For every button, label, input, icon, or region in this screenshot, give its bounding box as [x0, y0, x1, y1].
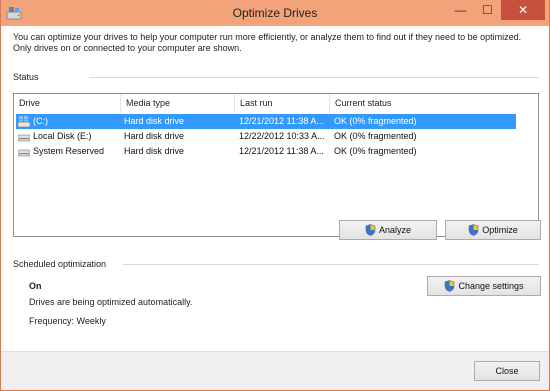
scheduled-divider — [123, 264, 539, 265]
analyze-button[interactable]: Analyze — [339, 220, 437, 240]
window-controls: — ☐ ✕ — [447, 0, 545, 20]
maximize-button[interactable]: ☐ — [474, 0, 501, 20]
schedule-frequency: Frequency: Weekly — [29, 316, 106, 326]
dialog-footer: Close — [1, 351, 549, 390]
media-type: Hard disk drive — [124, 146, 185, 156]
shield-icon — [365, 224, 376, 236]
last-run: 12/21/2012 11:38 A... — [239, 146, 324, 156]
current-status: OK (0% fragmented) — [334, 131, 417, 141]
media-type: Hard disk drive — [124, 116, 185, 126]
hard-drive-icon — [18, 149, 30, 157]
shield-icon — [445, 280, 455, 292]
column-header-media-type[interactable]: Media type — [120, 94, 234, 113]
schedule-state: On — [29, 281, 42, 291]
last-run: 12/22/2012 10:33 A... — [239, 131, 325, 141]
change-settings-button[interactable]: Change settings — [427, 276, 541, 296]
status-divider — [89, 77, 539, 78]
title-bar[interactable]: Optimize Drives — ☐ ✕ — [1, 0, 549, 26]
drive-name: (C:) — [33, 116, 48, 126]
last-run: 12/21/2012 11:38 A... — [239, 116, 324, 126]
drive-name: System Reserved — [33, 146, 105, 156]
analyze-label: Analyze — [378, 225, 412, 235]
hard-drive-icon — [18, 134, 30, 142]
minimize-button[interactable]: — — [447, 0, 474, 20]
shield-icon — [468, 224, 479, 236]
drives-list[interactable]: Drive Media type Last run Current status… — [13, 93, 539, 237]
optimize-label: Optimize — [482, 225, 518, 235]
current-status: OK (0% fragmented) — [334, 116, 417, 126]
drive-row-c[interactable]: (C:) Hard disk drive 12/21/2012 11:38 A.… — [14, 114, 538, 129]
optimize-button[interactable]: Optimize — [445, 220, 541, 240]
drive-name: Local Disk (E:) — [33, 131, 92, 141]
optimize-drives-window: Optimize Drives — ☐ ✕ You can optimize y… — [0, 0, 550, 391]
drive-row-e[interactable]: Local Disk (E:) Hard disk drive 12/22/20… — [14, 129, 538, 144]
window-title: Optimize Drives — [232, 6, 318, 20]
status-section-label: Status — [13, 72, 39, 82]
drives-list-header: Drive Media type Last run Current status — [14, 94, 538, 114]
close-button[interactable]: Close — [474, 361, 540, 381]
drive-row-system-reserved[interactable]: System Reserved Hard disk drive 12/21/20… — [14, 144, 538, 159]
drive-optimizer-icon — [6, 7, 22, 20]
column-header-last-run[interactable]: Last run — [234, 94, 329, 113]
current-status: OK (0% fragmented) — [334, 146, 417, 156]
close-window-button[interactable]: ✕ — [501, 0, 545, 20]
column-header-drive[interactable]: Drive — [14, 94, 120, 113]
media-type: Hard disk drive — [124, 131, 185, 141]
column-header-current-status[interactable]: Current status — [329, 94, 529, 113]
change-settings-label: Change settings — [458, 281, 524, 291]
windows-drive-icon — [18, 116, 30, 127]
schedule-description: Drives are being optimized automatically… — [29, 297, 193, 307]
intro-text: You can optimize your drives to help you… — [13, 32, 522, 53]
scheduled-section-label: Scheduled optimization — [13, 259, 107, 269]
